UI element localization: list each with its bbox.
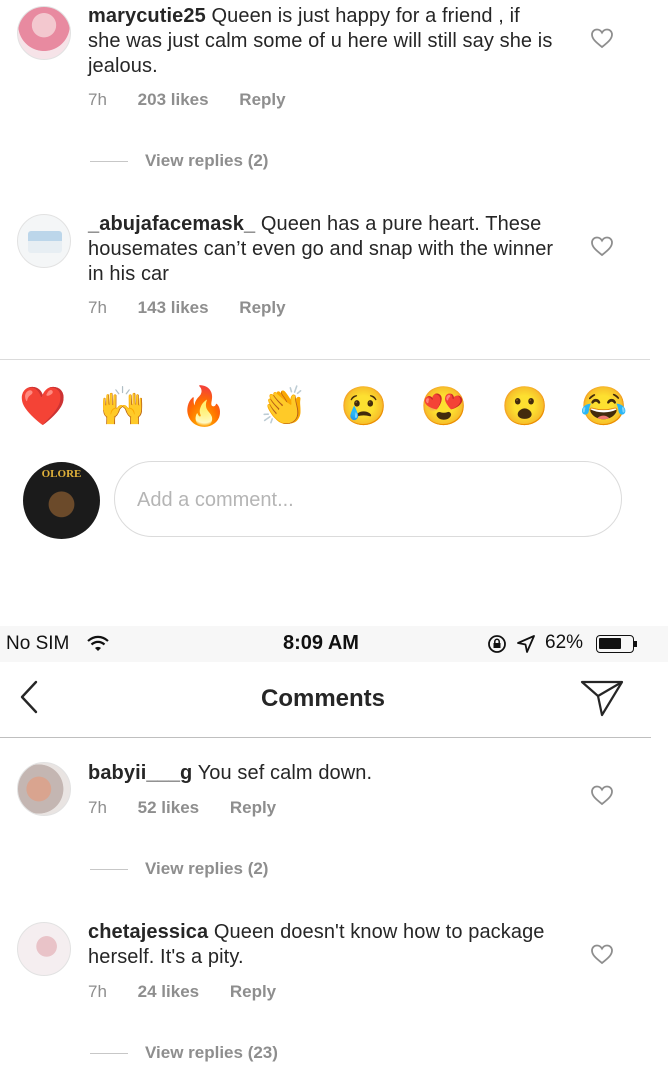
view-replies-button[interactable]: View replies (23) <box>90 1043 278 1063</box>
current-user-avatar: OLORE <box>23 462 100 539</box>
emoji-raised-hands-button[interactable]: 🙌 <box>99 384 146 430</box>
comment-body: You sef calm down. <box>197 762 373 784</box>
comment-input-placeholder: Add a comment... <box>137 489 294 511</box>
comment-meta: 7h 203 likes Reply <box>88 90 286 110</box>
header-divider <box>0 737 651 738</box>
view-replies-button[interactable]: View replies (2) <box>90 859 268 879</box>
comment-text: chetajessica Queen doesn't know how to p… <box>88 920 558 970</box>
heart-outline-icon[interactable] <box>590 783 614 807</box>
comment-likes[interactable]: 143 likes <box>138 298 209 318</box>
view-replies-line <box>90 161 128 163</box>
avatar-babyii-g[interactable] <box>17 762 71 816</box>
heart-outline-icon[interactable] <box>590 942 614 966</box>
carrier-label: No SIM <box>6 633 70 654</box>
wifi-icon <box>87 635 109 651</box>
reply-button[interactable]: Reply <box>239 298 285 318</box>
view-replies-line <box>90 869 128 871</box>
comment-likes[interactable]: 52 likes <box>138 798 199 818</box>
emoji-fire-button[interactable]: 🔥 <box>180 384 227 430</box>
comment-username[interactable]: _abujafacemask_ <box>88 213 255 235</box>
reply-button[interactable]: Reply <box>230 798 276 818</box>
battery-cap <box>634 641 637 647</box>
comment-meta: 7h 24 likes Reply <box>88 982 276 1002</box>
view-replies-button[interactable]: View replies (2) <box>90 151 268 171</box>
clock-label: 8:09 AM <box>283 632 359 654</box>
comment-meta: 7h 52 likes Reply <box>88 798 276 818</box>
avatar-abujafacemask[interactable] <box>17 214 71 268</box>
avatar-marycutie25[interactable] <box>17 6 71 60</box>
orientation-lock-icon <box>488 635 506 653</box>
direct-send-icon[interactable] <box>580 679 624 717</box>
emoji-crying-button[interactable]: 😢 <box>340 384 387 430</box>
emoji-heart-eyes-button[interactable]: 😍 <box>420 384 467 430</box>
reply-button[interactable]: Reply <box>230 982 276 1002</box>
comment-text: marycutie25 Queen is just happy for a fr… <box>88 4 558 79</box>
comment-text: _abujafacemask_ Queen has a pure heart. … <box>88 212 558 287</box>
location-arrow-icon <box>517 635 535 653</box>
battery-percent-label: 62% <box>545 632 584 653</box>
heart-outline-icon[interactable] <box>590 234 614 258</box>
comment-time: 7h <box>88 982 107 1001</box>
comment-username[interactable]: babyii___g <box>88 762 192 784</box>
mask-product-image <box>28 231 62 253</box>
reply-button[interactable]: Reply <box>239 90 285 110</box>
comment-username[interactable]: chetajessica <box>88 921 208 943</box>
comment-input[interactable]: Add a comment... <box>114 461 622 537</box>
comment-likes[interactable]: 203 likes <box>138 90 209 110</box>
avatar-chetajessica[interactable] <box>17 922 71 976</box>
battery-icon <box>596 635 637 653</box>
emoji-clap-button[interactable]: 👏 <box>260 384 307 430</box>
avatar-logo-text: OLORE <box>41 468 82 480</box>
comment-text: babyii___g You sef calm down. <box>88 761 558 786</box>
comment-time: 7h <box>88 798 107 817</box>
view-replies-line <box>90 1053 128 1055</box>
battery-level <box>599 638 621 649</box>
comment-meta: 7h 143 likes Reply <box>88 298 286 318</box>
comment-username[interactable]: marycutie25 <box>88 5 206 27</box>
comment-time: 7h <box>88 90 107 109</box>
status-bar: No SIM 8:09 AM 62% <box>0 626 668 662</box>
comment-likes[interactable]: 24 likes <box>138 982 199 1002</box>
comment-time: 7h <box>88 298 107 317</box>
emoji-laughing-button[interactable]: 😂 <box>580 384 627 430</box>
emoji-heart-button[interactable]: ❤️ <box>19 384 66 430</box>
emoji-surprised-button[interactable]: 😮 <box>501 384 548 430</box>
page-title: Comments <box>260 685 386 712</box>
heart-outline-icon[interactable] <box>590 26 614 50</box>
divider <box>0 359 650 360</box>
